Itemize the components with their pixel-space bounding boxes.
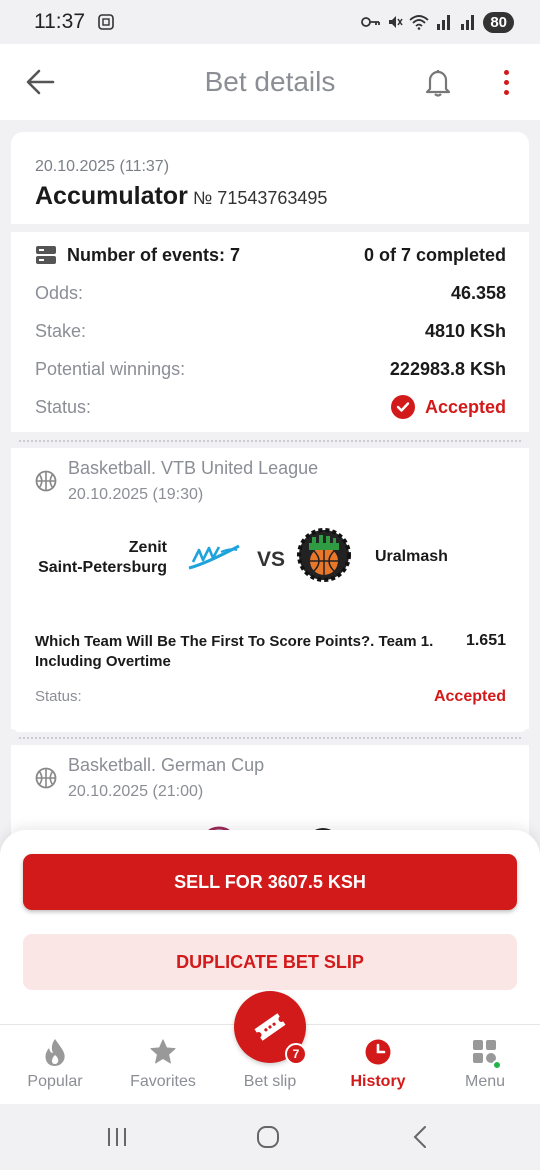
market-odds: 1.651 bbox=[465, 632, 506, 649]
recent-apps-button[interactable] bbox=[97, 1122, 137, 1152]
dot-icon bbox=[503, 79, 509, 85]
tab-label: Bet slip bbox=[243, 1073, 297, 1090]
sell-button[interactable]: SELL FOR 3607.5 KSH bbox=[23, 854, 517, 910]
event-date: 20.10.2025 (21:00) bbox=[68, 783, 204, 800]
divider bbox=[11, 737, 529, 739]
flame-icon bbox=[41, 1037, 69, 1067]
market-name: Which Team Will Be The First To Score Po… bbox=[35, 633, 434, 670]
league-name: Basketball. German Cup bbox=[68, 755, 265, 775]
bell-icon bbox=[425, 70, 451, 97]
status-bar: 11:37 80 bbox=[0, 0, 540, 44]
ticket-icon bbox=[254, 1013, 286, 1041]
more-options-button[interactable] bbox=[494, 64, 518, 100]
notifications-button[interactable] bbox=[420, 64, 456, 100]
tab-label: Favorites bbox=[130, 1073, 196, 1090]
odds-value: 46.358 bbox=[450, 282, 506, 303]
page-title: Bet details bbox=[204, 66, 336, 97]
app-header: Bet details bbox=[0, 44, 540, 120]
system-nav-bar bbox=[0, 1104, 540, 1170]
home-team-line2: Saint-Petersburg bbox=[38, 559, 167, 576]
signal-icon bbox=[437, 15, 451, 30]
duplicate-bet-slip-button[interactable]: DUPLICATE BET SLIP bbox=[23, 934, 517, 990]
stake-value: 4810 KSh bbox=[424, 320, 506, 341]
star-icon bbox=[149, 1037, 177, 1067]
dot-icon bbox=[503, 69, 509, 75]
event-card[interactable]: Basketball. VTB United League 20.10.2025… bbox=[11, 448, 529, 732]
check-circle-icon bbox=[390, 395, 415, 419]
events-completed: 0 of 7 completed bbox=[363, 244, 506, 265]
home-team-line1: Zenit bbox=[128, 539, 167, 556]
winnings-value: 222983.8 KSh bbox=[389, 358, 506, 379]
winnings-label: Potential winnings: bbox=[35, 358, 186, 379]
bet-info-card: Number of events: 7 0 of 7 completed Odd… bbox=[11, 232, 529, 432]
home-circle-icon bbox=[257, 1126, 279, 1148]
clock-icon bbox=[364, 1037, 392, 1067]
tab-popular[interactable]: Popular bbox=[1, 1025, 109, 1105]
ticket-notch bbox=[3, 729, 19, 745]
system-back-button[interactable] bbox=[400, 1122, 440, 1152]
away-team: Uralmash bbox=[375, 548, 448, 565]
event-date: 20.10.2025 (19:30) bbox=[68, 486, 204, 503]
tab-label: History bbox=[350, 1073, 406, 1090]
event-status-label: Status: bbox=[35, 688, 82, 705]
online-dot bbox=[492, 1060, 502, 1070]
bet-slip-count-badge: 7 bbox=[285, 1043, 307, 1065]
ticket-notch bbox=[3, 432, 19, 448]
basketball-icon bbox=[35, 767, 57, 789]
bet-number: № 71543763495 bbox=[193, 188, 328, 208]
signal-icon-2 bbox=[461, 15, 475, 30]
stake-label: Stake: bbox=[35, 320, 87, 341]
dot-icon bbox=[503, 89, 509, 95]
league-name: Basketball. VTB United League bbox=[68, 458, 319, 478]
tab-history[interactable]: History bbox=[324, 1025, 432, 1105]
screenshot-icon bbox=[98, 14, 114, 30]
ticket-notch bbox=[521, 432, 537, 448]
bet-type: Accumulator bbox=[35, 182, 188, 210]
mute-icon bbox=[389, 16, 403, 28]
home-team: Zenit Saint-Petersburg bbox=[35, 538, 167, 578]
key-icon bbox=[361, 17, 381, 27]
battery-level: 80 bbox=[483, 11, 514, 33]
tab-label: Popular bbox=[27, 1073, 83, 1090]
uralmash-logo-icon bbox=[297, 528, 351, 582]
bottom-tab-bar: Popular Favorites Bet slip 7 History Men… bbox=[0, 991, 540, 1105]
events-list-icon bbox=[36, 246, 56, 264]
tab-label: Menu bbox=[464, 1073, 506, 1090]
tab-menu[interactable]: Menu bbox=[431, 1025, 539, 1105]
odds-label: Odds: bbox=[35, 282, 84, 303]
chevron-left-icon bbox=[413, 1126, 426, 1148]
home-button[interactable] bbox=[248, 1122, 288, 1152]
wifi-icon bbox=[409, 15, 429, 30]
status-time: 11:37 bbox=[34, 10, 85, 33]
zenit-logo-icon bbox=[188, 544, 240, 570]
versus-label: VS bbox=[257, 548, 286, 571]
status-label: Status: bbox=[35, 396, 92, 417]
events-count: Number of events: 7 bbox=[67, 244, 241, 265]
recents-icon bbox=[108, 1128, 126, 1146]
tab-favorites[interactable]: Favorites bbox=[109, 1025, 217, 1105]
bet-header-card: 20.10.2025 (11:37) Accumulator № 7154376… bbox=[11, 132, 529, 224]
bet-date: 20.10.2025 (11:37) bbox=[35, 158, 170, 175]
ticket-notch bbox=[521, 729, 537, 745]
status-value: Accepted bbox=[424, 396, 506, 417]
basketball-icon bbox=[35, 470, 57, 492]
divider bbox=[11, 440, 529, 442]
event-status-value: Accepted bbox=[433, 688, 506, 705]
